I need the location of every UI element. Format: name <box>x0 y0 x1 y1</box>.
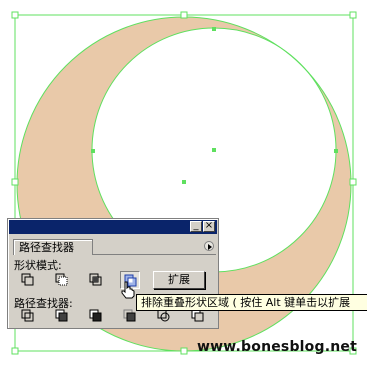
handle-bottom-center[interactable] <box>180 347 188 355</box>
handle-top-right[interactable] <box>349 11 357 19</box>
subtract-from-shape-area-button[interactable] <box>52 271 72 289</box>
intersect-shape-areas-button[interactable] <box>86 271 106 289</box>
divide-button[interactable] <box>18 307 38 325</box>
watermark-text: www.bonesblog.net <box>197 339 357 355</box>
outline-icon <box>157 309 170 322</box>
handle-top-center[interactable] <box>180 11 188 19</box>
close-button[interactable]: × <box>203 221 215 232</box>
merge-icon <box>89 309 102 322</box>
trim-icon <box>55 309 68 322</box>
handle-middle-right[interactable] <box>349 178 357 186</box>
merge-button[interactable] <box>86 307 106 325</box>
expand-button[interactable]: 扩展 <box>153 271 205 289</box>
tab-divider <box>93 254 216 255</box>
anchor-inner-center <box>212 148 216 152</box>
tooltip: 排除重叠形状区域 ( 按住 Alt 键单击以扩展 <box>136 294 367 311</box>
anchor-outer-center <box>182 180 186 184</box>
handle-top-left[interactable] <box>11 11 19 19</box>
hand-pointer-cursor-icon <box>120 281 136 303</box>
divide-icon <box>21 309 34 322</box>
add-to-shape-area-icon <box>21 273 34 286</box>
handle-bottom-left[interactable] <box>11 347 19 355</box>
add-to-shape-area-button[interactable] <box>18 271 38 289</box>
pathfinder-palette: _ × 路径查找器 形状模式: 扩展 路径查找器: <box>7 218 219 329</box>
palette-menu-icon[interactable] <box>204 241 214 251</box>
intersect-shape-areas-icon <box>89 273 102 286</box>
handle-middle-left[interactable] <box>11 178 19 186</box>
anchor-inner-left <box>91 149 95 153</box>
palette-titlebar[interactable]: _ × <box>9 220 217 234</box>
tab-pathfinder[interactable]: 路径查找器 <box>13 239 93 255</box>
crop-icon <box>123 309 136 322</box>
minus-back-icon <box>191 309 204 322</box>
anchor-inner-top <box>212 27 216 31</box>
trim-button[interactable] <box>52 307 72 325</box>
minimize-button[interactable]: _ <box>190 221 202 232</box>
subtract-from-shape-area-icon <box>55 273 68 286</box>
anchor-inner-right <box>334 149 338 153</box>
